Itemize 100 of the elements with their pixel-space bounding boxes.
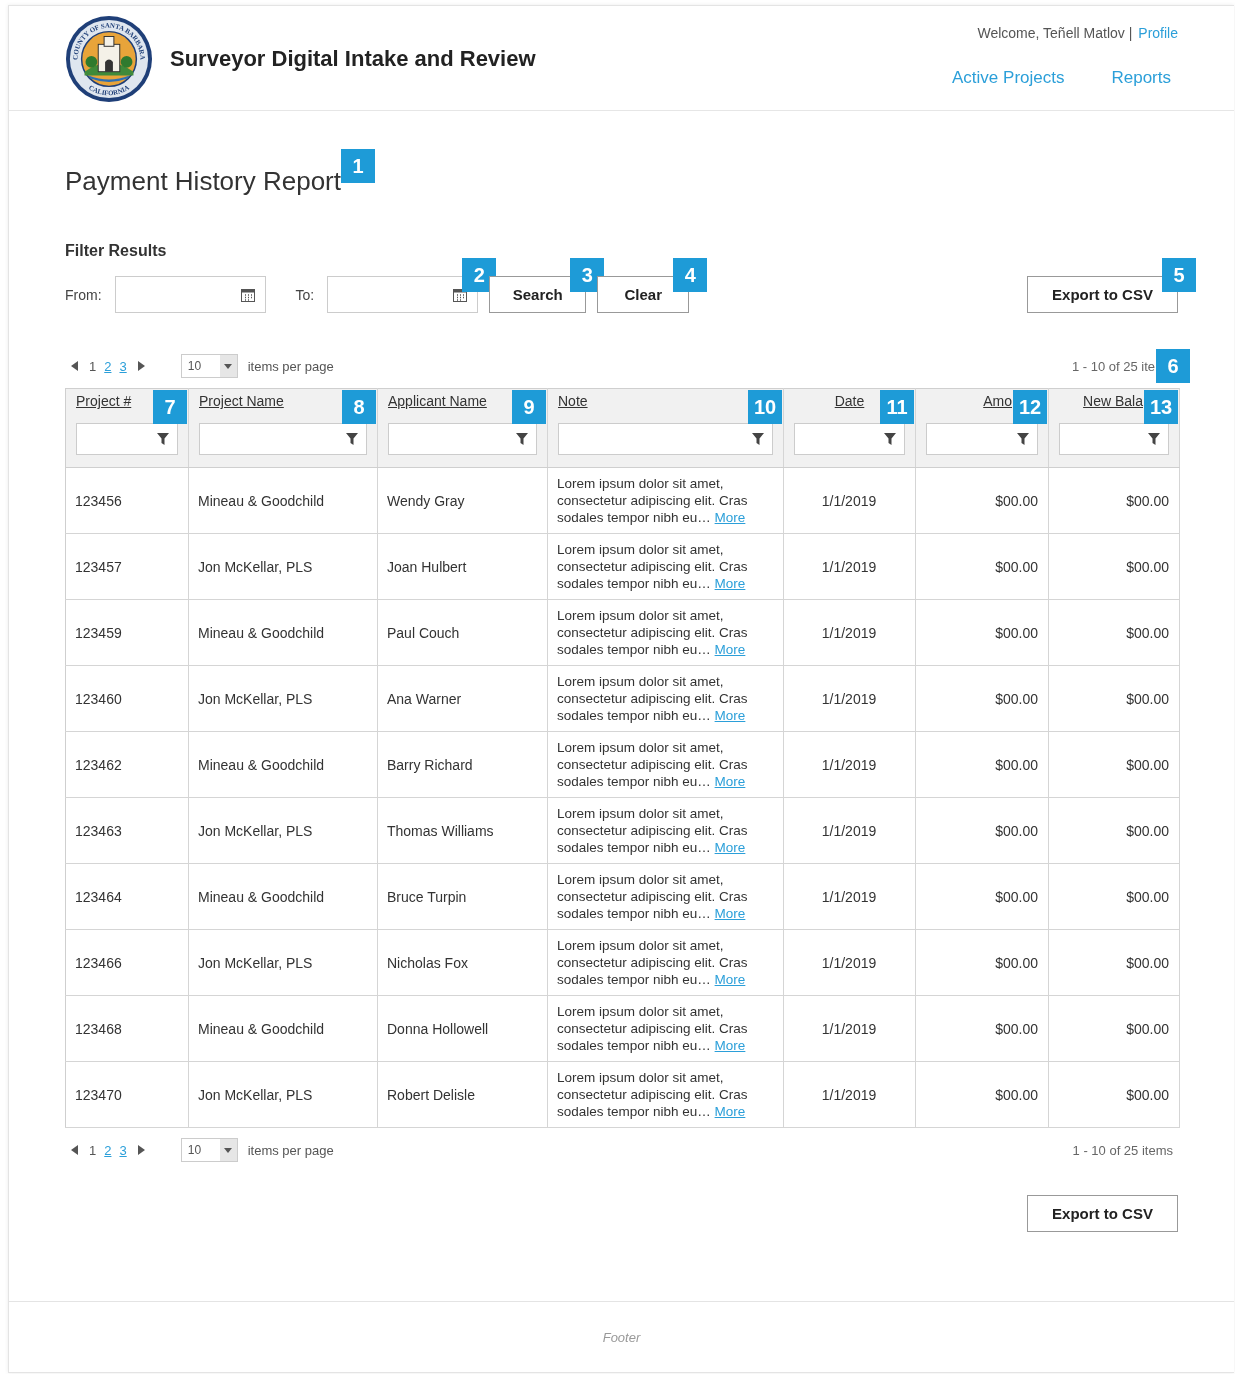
column-sort-link[interactable]: New Bala	[1083, 393, 1143, 409]
table-cell: $00.00	[995, 888, 1038, 905]
column-sort-link[interactable]: Project Name	[199, 393, 284, 409]
table-cell: 123457	[75, 558, 122, 575]
note-text: Lorem ipsum dolor sit amet, consectetur adipiscing elit. Cras sodales tempor nibh eu… More	[557, 673, 749, 724]
calendar-icon[interactable]	[240, 287, 255, 302]
export-button[interactable]: Export to CSV	[1027, 1195, 1178, 1232]
filter-icon[interactable]	[1148, 433, 1160, 445]
previous-page-icon[interactable]	[71, 1145, 79, 1155]
more-link[interactable]: More	[714, 576, 746, 591]
column-sort-link[interactable]: Project #	[76, 393, 132, 409]
table-cell: Jon McKellar, PLS	[198, 558, 313, 575]
column-sort-link[interactable]: Date	[834, 393, 865, 409]
page-size-select[interactable]: 10	[180, 1138, 238, 1162]
table-cell: 1/1/2019	[821, 492, 877, 509]
filter-icon[interactable]	[752, 433, 764, 445]
table-cell: Barry Richard	[387, 756, 473, 773]
column-filter-field[interactable]	[199, 423, 367, 455]
items-summary: 1 - 10 of 25 items	[1072, 1142, 1174, 1158]
page-link[interactable]: 1	[89, 358, 97, 374]
next-page-icon[interactable]	[136, 361, 145, 371]
table-cell: $00.00	[995, 1020, 1038, 1037]
previous-page-icon[interactable]	[71, 361, 79, 371]
table-cell: 1/1/2019	[821, 1086, 877, 1103]
table-cell: $00.00	[995, 690, 1038, 707]
filter-icon[interactable]	[516, 433, 528, 445]
more-link[interactable]: More	[714, 1038, 746, 1053]
table-cell: $00.00	[1126, 888, 1169, 905]
more-link[interactable]: More	[714, 906, 746, 921]
page-title: Payment History Report	[65, 166, 341, 196]
note-text: Lorem ipsum dolor sit amet, consectetur adipiscing elit. Cras sodales tempor nibh eu… More	[557, 937, 749, 988]
profile-link[interactable]: Profile	[1138, 25, 1178, 41]
column-filter-field[interactable]	[794, 423, 905, 455]
callout-badge: 6	[1156, 349, 1190, 383]
table-cell: Bruce Turpin	[387, 888, 467, 905]
column-filter-field[interactable]	[76, 423, 178, 455]
note-text: Lorem ipsum dolor sit amet, consectetur adipiscing elit. Cras sodales tempor nibh eu… More	[557, 607, 749, 658]
table-cell: $00.00	[995, 1086, 1038, 1103]
page-link[interactable]: 2	[104, 1142, 112, 1158]
table-cell: Mineau & Goodchild	[198, 756, 325, 773]
table-cell: 123459	[75, 624, 122, 641]
table-cell: Thomas Williams	[387, 822, 494, 839]
page-size-select[interactable]: 10	[180, 354, 238, 378]
table-cell: Paul Couch	[387, 624, 460, 641]
table-cell: Mineau & Goodchild	[198, 1020, 325, 1037]
callout-badge: 12	[1013, 390, 1047, 424]
callout-badge: 11	[880, 390, 914, 424]
note-text: Lorem ipsum dolor sit amet, consectetur adipiscing elit. Cras sodales tempor nibh eu… More	[557, 475, 749, 526]
table-cell: 1/1/2019	[821, 888, 877, 905]
table-cell: $00.00	[1126, 492, 1169, 509]
filter-icon[interactable]	[346, 433, 358, 445]
filter-icon[interactable]	[157, 433, 169, 445]
table-cell: $00.00	[995, 558, 1038, 575]
more-link[interactable]: More	[714, 1104, 746, 1119]
column-filter-field[interactable]	[926, 423, 1038, 455]
column-filter-field[interactable]	[558, 423, 773, 455]
table-cell: 123466	[75, 954, 122, 971]
note-text: Lorem ipsum dolor sit amet, consectetur adipiscing elit. Cras sodales tempor nibh eu… More	[557, 739, 749, 790]
page-link[interactable]: 3	[119, 358, 127, 374]
next-page-icon[interactable]	[136, 1145, 145, 1155]
table-cell: $00.00	[995, 822, 1038, 839]
filter-icon[interactable]	[1017, 433, 1029, 445]
filter-icon[interactable]	[884, 433, 896, 445]
table-cell: Wendy Gray	[387, 492, 465, 509]
more-link[interactable]: More	[714, 510, 746, 525]
table-cell: $00.00	[995, 756, 1038, 773]
table-cell: $00.00	[1126, 690, 1169, 707]
page-link[interactable]: 3	[119, 1142, 127, 1158]
nav-link[interactable]: Active Projects	[952, 68, 1065, 88]
note-text: Lorem ipsum dolor sit amet, consectetur adipiscing elit. Cras sodales tempor nibh eu… More	[557, 1003, 749, 1054]
column-filter-field[interactable]	[388, 423, 537, 455]
more-link[interactable]: More	[714, 642, 746, 657]
table-cell: Ana Warner	[387, 690, 462, 707]
table-cell: 123462	[75, 756, 122, 773]
more-link[interactable]: More	[714, 972, 746, 987]
callout-badge: 9	[512, 390, 546, 424]
table-cell: 123456	[75, 492, 122, 509]
column-sort-link[interactable]: Note	[558, 393, 588, 409]
table-cell: 1/1/2019	[821, 954, 877, 971]
app-title: Surveyor Digital Intake and Review	[170, 46, 536, 72]
nav-link[interactable]: Reports	[1111, 68, 1171, 88]
from-date-field[interactable]	[114, 276, 266, 313]
more-link[interactable]: More	[714, 708, 746, 723]
more-link[interactable]: More	[714, 840, 746, 855]
table-cell: Mineau & Goodchild	[198, 888, 325, 905]
table-cell: 1/1/2019	[821, 624, 877, 641]
footer-text: Footer	[602, 1329, 641, 1345]
column-sort-link[interactable]: Applicant Name	[388, 393, 487, 409]
table-cell: $00.00	[1126, 822, 1169, 839]
page-link[interactable]: 2	[104, 358, 112, 374]
table-cell: 1/1/2019	[821, 558, 877, 575]
table-cell: $00.00	[995, 624, 1038, 641]
more-link[interactable]: More	[714, 774, 746, 789]
page-link[interactable]: 1	[89, 1142, 97, 1158]
callout-badge: 8	[342, 390, 376, 424]
column-sort-link[interactable]: Amo	[983, 393, 1012, 409]
table-cell: 1/1/2019	[821, 822, 877, 839]
table-cell: Jon McKellar, PLS	[198, 822, 313, 839]
table-cell: Robert Delisle	[387, 1086, 475, 1103]
column-filter-field[interactable]	[1059, 423, 1169, 455]
